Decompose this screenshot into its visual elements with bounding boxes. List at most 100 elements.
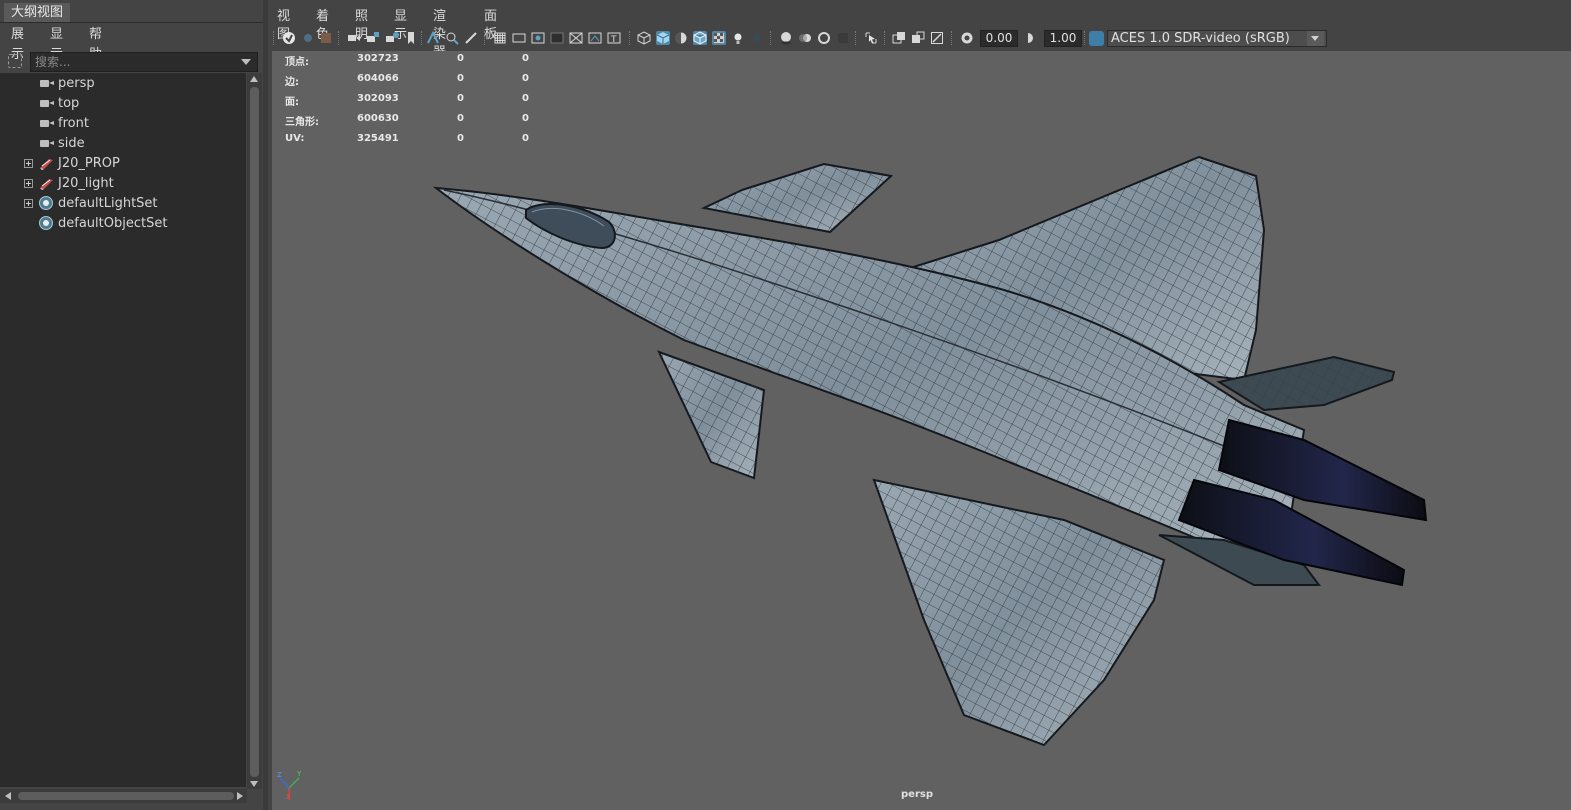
tab-divider	[0, 22, 263, 23]
outliner-tree: persp top front side J20_PROP J20_light …	[0, 73, 246, 787]
grid-icon[interactable]	[493, 31, 507, 45]
shadows-icon[interactable]	[750, 31, 764, 45]
chevron-down-icon[interactable]	[241, 59, 251, 65]
expand-icon[interactable]	[24, 159, 33, 168]
canard-upper	[700, 162, 894, 234]
scroll-thumb[interactable]	[18, 792, 234, 800]
filter-icon[interactable]	[8, 54, 22, 68]
bookmark-flag-icon[interactable]	[404, 31, 418, 45]
safe-title-icon[interactable]: T	[607, 31, 621, 45]
jet-model[interactable]	[272, 51, 1571, 810]
field-chart-icon[interactable]	[569, 31, 583, 45]
hud-value: 0	[522, 53, 529, 64]
scroll-right-icon[interactable]	[237, 792, 243, 800]
tree-item-front[interactable]: front	[0, 114, 246, 134]
tree-item-j20-prop[interactable]: J20_PROP	[0, 154, 246, 174]
outliner-tab[interactable]: 大纲视图	[4, 3, 70, 22]
tree-item-j20-light[interactable]: J20_light	[0, 174, 246, 194]
group-icon	[40, 179, 53, 190]
panel-toolbar: T 0.00 1.00 ACES 1.0 SDR-video (sRGB)	[268, 29, 1571, 49]
group-icon	[40, 159, 53, 170]
search-placeholder: 搜索...	[35, 55, 71, 69]
tree-item-persp[interactable]: persp	[0, 74, 246, 94]
hud-value: 325491	[357, 133, 399, 144]
select-camera-icon[interactable]	[282, 31, 296, 45]
pencil-icon[interactable]	[464, 31, 478, 45]
xray-active-icon[interactable]	[911, 31, 925, 45]
anti-aliasing-icon[interactable]	[817, 31, 831, 45]
tree-item-side[interactable]: side	[0, 134, 246, 154]
camera-lock-icon[interactable]	[366, 31, 380, 45]
resolution-gate-icon[interactable]	[531, 31, 545, 45]
set-icon	[39, 216, 53, 230]
camera-icon	[40, 140, 54, 147]
tree-item-top[interactable]: top	[0, 94, 246, 114]
tree-item-default-object-set[interactable]: defaultObjectSet	[0, 214, 246, 234]
3d-viewport[interactable]: 顶点: 302723 0 0 边: 604066 0 0 面: 302093 0…	[272, 51, 1571, 810]
gamma-icon[interactable]	[1024, 31, 1038, 45]
film-gate-icon[interactable]	[512, 31, 526, 45]
hud-row-faces: 面: 302093 0 0	[285, 93, 545, 113]
hud-label: 面:	[285, 97, 299, 108]
hud-label: 边:	[285, 77, 299, 88]
color-space-value: ACES 1.0 SDR-video (sRGB)	[1111, 31, 1290, 46]
hud-value: 0	[522, 73, 529, 84]
toolbar-separator	[273, 31, 276, 45]
search-input[interactable]: 搜索...	[30, 52, 258, 72]
axis-gizmo-icon: Z Y X	[277, 770, 302, 800]
bookmark-icon[interactable]	[319, 31, 333, 45]
hud-row-edges: 边: 604066 0 0	[285, 73, 545, 93]
scroll-up-icon[interactable]	[250, 76, 258, 82]
tree-item-default-light-set[interactable]: defaultLightSet	[0, 194, 246, 214]
wireframe-icon[interactable]	[637, 31, 651, 45]
tree-item-label: side	[58, 136, 85, 151]
grease-pencil-icon[interactable]	[445, 31, 459, 45]
scroll-thumb[interactable]	[250, 87, 259, 777]
color-space-dropdown[interactable]: ACES 1.0 SDR-video (sRGB)	[1107, 30, 1327, 47]
safe-action-icon[interactable]	[588, 31, 602, 45]
camera-icon[interactable]	[347, 31, 361, 45]
xray-joints-icon[interactable]	[930, 31, 944, 45]
hud-value: 0	[522, 93, 529, 104]
wireframe-on-shaded-icon[interactable]	[693, 31, 707, 45]
svg-text:X: X	[286, 793, 291, 800]
exposure-field[interactable]: 0.00	[980, 30, 1018, 47]
default-material-icon[interactable]	[674, 31, 688, 45]
textured-icon[interactable]	[712, 31, 726, 45]
xray-icon[interactable]	[892, 31, 906, 45]
toolbar-separator	[484, 31, 487, 45]
image-plane-icon[interactable]	[426, 31, 440, 45]
smooth-shade-icon[interactable]	[656, 31, 670, 45]
horizontal-scrollbar[interactable]	[0, 789, 247, 803]
camera-icon	[40, 100, 54, 107]
isolate-select-icon[interactable]	[864, 31, 878, 45]
gate-mask-icon[interactable]	[550, 31, 564, 45]
hud-row-triangles: 三角形: 600630 0 0	[285, 113, 545, 133]
vertical-scrollbar[interactable]	[247, 73, 262, 789]
scroll-down-icon[interactable]	[250, 781, 258, 787]
depth-of-field-icon[interactable]	[836, 31, 850, 45]
toolbar-separator	[1084, 31, 1087, 45]
tree-item-label: persp	[58, 76, 95, 91]
color-management-icon[interactable]	[1089, 31, 1104, 46]
hud-row-uvs: UV: 325491 0 0	[285, 133, 545, 153]
camera-attributes-icon[interactable]	[301, 31, 315, 45]
tree-item-label: defaultObjectSet	[58, 216, 168, 231]
hud-row-vertices: 顶点: 302723 0 0	[285, 53, 545, 73]
toolbar-separator	[629, 31, 632, 45]
tree-item-label: J20_PROP	[58, 156, 120, 171]
lighting-icon[interactable]	[731, 31, 745, 45]
scroll-left-icon[interactable]	[5, 792, 11, 800]
outliner-panel: 大纲视图 展示 显示 帮助 搜索... persp top front side	[0, 0, 263, 810]
exposure-icon[interactable]	[960, 31, 974, 45]
motion-blur-icon[interactable]	[798, 31, 812, 45]
gamma-field[interactable]: 1.00	[1044, 30, 1082, 47]
expand-icon[interactable]	[24, 179, 33, 188]
chevron-down-icon[interactable]	[1307, 31, 1324, 46]
hud-label: 顶点:	[285, 57, 309, 68]
toolbar-separator	[951, 31, 954, 45]
hud-value: 0	[522, 113, 529, 124]
screen-space-ao-icon[interactable]	[779, 31, 793, 45]
expand-icon[interactable]	[24, 199, 33, 208]
camera-transform-icon[interactable]	[385, 31, 399, 45]
